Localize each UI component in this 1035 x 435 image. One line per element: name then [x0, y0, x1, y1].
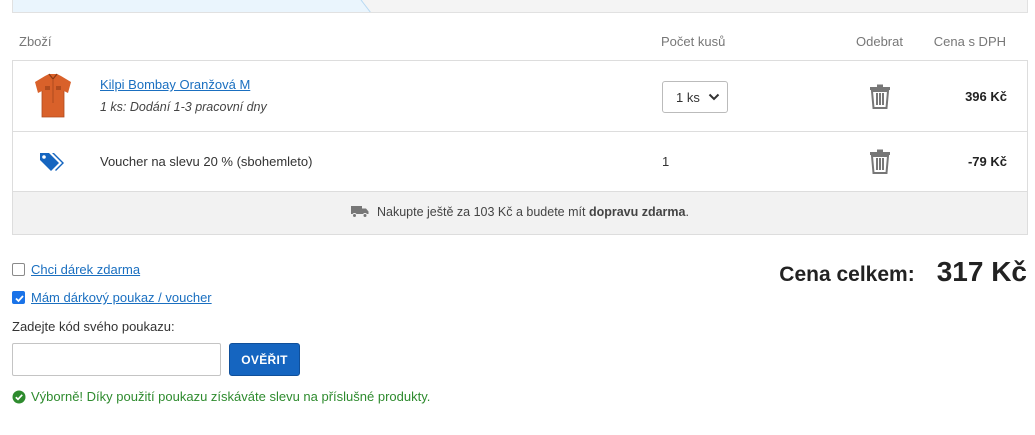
- truck-icon: [351, 205, 369, 218]
- chevron-down-icon: [708, 93, 720, 101]
- tag-icon: [40, 153, 64, 171]
- header-quantity: Počet kusů: [661, 34, 726, 49]
- voucher-price: -79 Kč: [967, 154, 1007, 169]
- free-shipping-notice: Nakupte ještě za 103 Kč a budete mít dop…: [13, 192, 1027, 235]
- checkmark-icon: [15, 295, 24, 303]
- total-label: Cena celkem:: [779, 263, 915, 286]
- header-goods: Zboží: [19, 34, 52, 49]
- voucher-code-label: Zadejte kód svého poukazu:: [12, 319, 175, 334]
- cart-item-row: Kilpi Bombay Oranžová M 1 ks: Dodání 1-3…: [13, 61, 1027, 132]
- checkout-steps-bar: [12, 0, 1028, 13]
- product-thumbnail[interactable]: [33, 73, 73, 119]
- shipping-text-bold: dopravu zdarma: [588, 205, 686, 219]
- voucher-row: Voucher na slevu 20 % (sbohemleto) 1 -79…: [13, 132, 1027, 192]
- voucher-quantity: 1: [662, 154, 670, 169]
- voucher-checkbox[interactable]: [12, 291, 25, 304]
- checkout-step-active: [13, 0, 363, 12]
- item-price: 396 Kč: [965, 89, 1007, 104]
- order-total: Cena celkem: 317 Kč: [779, 256, 1027, 288]
- quantity-value: 1 ks: [676, 90, 700, 105]
- shipping-text-end: .: [685, 205, 689, 219]
- voucher-option-label[interactable]: Mám dárkový poukaz / voucher: [31, 290, 212, 305]
- cart-header: Zboží Počet kusů Odebrat Cena s DPH: [12, 28, 1028, 60]
- check-circle-icon: [12, 390, 26, 404]
- verify-button[interactable]: OVĚŘIT: [229, 343, 300, 376]
- voucher-name: Voucher na slevu 20 % (sbohemleto): [100, 154, 313, 169]
- product-name-link[interactable]: Kilpi Bombay Oranžová M: [100, 77, 250, 92]
- header-remove: Odebrat: [856, 34, 903, 49]
- header-price: Cena s DPH: [933, 34, 1006, 49]
- product-delivery-info: 1 ks: Dodání 1-3 pracovní dny: [100, 100, 267, 114]
- voucher-code-input[interactable]: [12, 343, 221, 376]
- shipping-text: Nakupte ještě za 103 Kč a budete mít: [377, 205, 589, 219]
- quantity-select[interactable]: 1 ks: [662, 81, 728, 113]
- gift-option-label[interactable]: Chci dárek zdarma: [31, 262, 140, 277]
- gift-checkbox[interactable]: [12, 263, 25, 276]
- total-value: 317 Kč: [936, 256, 1027, 287]
- trash-icon[interactable]: [869, 84, 891, 109]
- cart-table: Kilpi Bombay Oranžová M 1 ks: Dodání 1-3…: [12, 60, 1028, 235]
- trash-icon[interactable]: [869, 149, 891, 174]
- success-text: Výborně! Díky použití poukazu získáváte …: [31, 389, 431, 404]
